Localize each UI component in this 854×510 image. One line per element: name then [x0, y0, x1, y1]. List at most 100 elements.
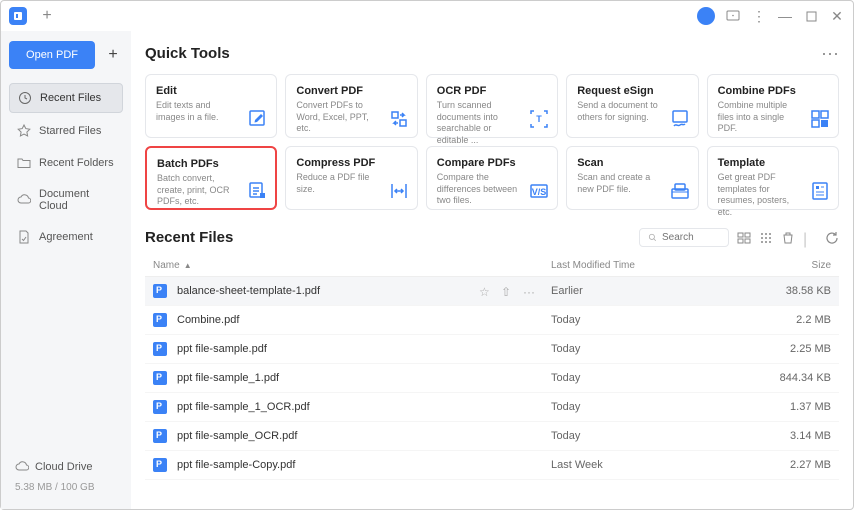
tool-batch-pdfs[interactable]: Batch PDFsBatch convert, create, print, … [145, 146, 277, 210]
close-icon[interactable]: ✕ [829, 8, 845, 24]
template-icon [810, 181, 830, 201]
svg-text:T: T [536, 114, 542, 124]
file-name: Combine.pdf [177, 314, 551, 326]
tool-title: Edit [156, 85, 266, 97]
table-header: Name ▲ Last Modified Time Size [145, 255, 839, 277]
tool-compare-pdfs[interactable]: Compare PDFsCompare the differences betw… [426, 146, 558, 210]
file-row[interactable]: ppt file-sample.pdfToday2.25 MB [145, 335, 839, 364]
sidebar-item-label: Starred Files [39, 125, 101, 137]
tool-request-esign[interactable]: Request eSignSend a document to others f… [566, 74, 698, 138]
file-size: 38.58 KB [751, 285, 831, 297]
pdf-file-icon [153, 371, 167, 385]
tool-title: Compare PDFs [437, 157, 547, 169]
sidebar-item-document-cloud[interactable]: Document Cloud [9, 181, 123, 219]
file-modified: Today [551, 343, 751, 355]
cloud-drive-link[interactable]: Cloud Drive [15, 460, 117, 474]
pdf-file-icon [153, 429, 167, 443]
file-modified: Today [551, 401, 751, 413]
sidebar: Open PDF + Recent Files Starred Files Rece… [1, 31, 131, 509]
convert-icon [389, 109, 409, 129]
file-row[interactable]: ppt file-sample_OCR.pdfToday3.14 MB [145, 422, 839, 451]
col-name-header[interactable]: Name ▲ [153, 260, 551, 271]
file-name: ppt file-sample_1_OCR.pdf [177, 401, 551, 413]
file-name: balance-sheet-template-1.pdf [177, 285, 479, 297]
tool-title: Compress PDF [296, 157, 406, 169]
tool-title: Template [718, 157, 828, 169]
tool-title: Scan [577, 157, 687, 169]
star-icon[interactable]: ☆ [479, 285, 491, 297]
divider: | [803, 231, 817, 245]
user-avatar[interactable] [697, 7, 715, 25]
compress-icon [389, 181, 409, 201]
tool-title: OCR PDF [437, 85, 547, 97]
file-size: 2.25 MB [751, 343, 831, 355]
app-logo [9, 7, 27, 25]
quick-tools-title: Quick Tools [145, 45, 230, 62]
pdf-file-icon [153, 313, 167, 327]
file-modified: Today [551, 314, 751, 326]
sidebar-item-label: Recent Folders [39, 157, 114, 169]
pdf-file-icon [153, 400, 167, 414]
upload-icon[interactable]: ⇧ [501, 285, 513, 297]
maximize-icon[interactable] [803, 8, 819, 24]
pdf-file-icon [153, 342, 167, 356]
tool-ocr-pdf[interactable]: OCR PDFTurn scanned documents into searc… [426, 74, 558, 138]
sign-icon [670, 109, 690, 129]
sidebar-item-recent-folders[interactable]: Recent Folders [9, 149, 123, 177]
edit-icon [248, 109, 268, 129]
cloud-icon [15, 460, 29, 474]
sidebar-item-label: Recent Files [40, 92, 101, 104]
file-modified: Earlier [551, 285, 751, 297]
sort-asc-icon: ▲ [184, 261, 192, 270]
search-box[interactable] [639, 228, 729, 247]
refresh-icon[interactable] [825, 231, 839, 245]
feedback-icon[interactable] [725, 8, 741, 24]
open-pdf-button[interactable]: Open PDF [9, 41, 95, 69]
ocr-icon: T [529, 109, 549, 129]
file-size: 844.34 KB [751, 372, 831, 384]
tool-scan[interactable]: ScanScan and create a new PDF file. [566, 146, 698, 210]
file-row[interactable]: balance-sheet-template-1.pdf☆ ⇧ ··· Earlier… [145, 277, 839, 306]
recent-files-title: Recent Files [145, 229, 233, 246]
tool-template[interactable]: TemplateGet great PDF templates for resu… [707, 146, 839, 210]
file-modified: Today [551, 430, 751, 442]
trash-icon[interactable] [781, 231, 795, 245]
file-name: ppt file-sample_1.pdf [177, 372, 551, 384]
file-modified: Today [551, 372, 751, 384]
file-name: ppt file-sample_OCR.pdf [177, 430, 551, 442]
tool-convert-pdf[interactable]: Convert PDFConvert PDFs to Word, Excel, … [285, 74, 417, 138]
tool-combine-pdfs[interactable]: Combine PDFsCombine multiple files into … [707, 74, 839, 138]
file-row[interactable]: Combine.pdfToday2.2 MB [145, 306, 839, 335]
minimize-icon[interactable]: — [777, 8, 793, 24]
file-row[interactable]: ppt file-sample-Copy.pdfLast Week2.27 MB [145, 451, 839, 480]
file-row[interactable]: ppt file-sample_1_OCR.pdfToday1.37 MB [145, 393, 839, 422]
tool-compress-pdf[interactable]: Compress PDFReduce a PDF file size. [285, 146, 417, 210]
new-tab-button[interactable]: + [35, 4, 59, 28]
scan-icon [670, 181, 690, 201]
create-pdf-button[interactable]: + [103, 45, 123, 65]
file-name: ppt file-sample-Copy.pdf [177, 459, 551, 471]
col-size-header[interactable]: Size [751, 260, 831, 271]
sidebar-item-label: Agreement [39, 231, 93, 243]
sidebar-item-recent-files[interactable]: Recent Files [9, 83, 123, 113]
more-icon[interactable]: ··· [523, 285, 535, 297]
menu-dots-icon[interactable]: ⋮ [751, 8, 767, 24]
quick-tools-more[interactable]: ··· [821, 43, 839, 64]
sidebar-item-starred-files[interactable]: Starred Files [9, 117, 123, 145]
tool-title: Batch PDFs [157, 158, 265, 170]
file-modified: Last Week [551, 459, 751, 471]
file-size: 1.37 MB [751, 401, 831, 413]
main-content: Quick Tools ··· EditEdit texts and image… [131, 31, 853, 509]
list-view-icon[interactable] [737, 231, 751, 245]
titlebar: + ⋮ — ✕ [1, 1, 853, 31]
file-size: 2.27 MB [751, 459, 831, 471]
file-row[interactable]: ppt file-sample_1.pdfToday844.34 KB [145, 364, 839, 393]
grid-view-icon[interactable] [759, 231, 773, 245]
search-input[interactable] [662, 232, 720, 243]
tool-edit[interactable]: EditEdit texts and images in a file. [145, 74, 277, 138]
file-list: balance-sheet-template-1.pdf☆ ⇧ ··· Earlier… [145, 277, 839, 480]
svg-text:V/S: V/S [532, 187, 547, 197]
col-modified-header[interactable]: Last Modified Time [551, 260, 751, 271]
file-size: 3.14 MB [751, 430, 831, 442]
sidebar-item-agreement[interactable]: Agreement [9, 223, 123, 251]
